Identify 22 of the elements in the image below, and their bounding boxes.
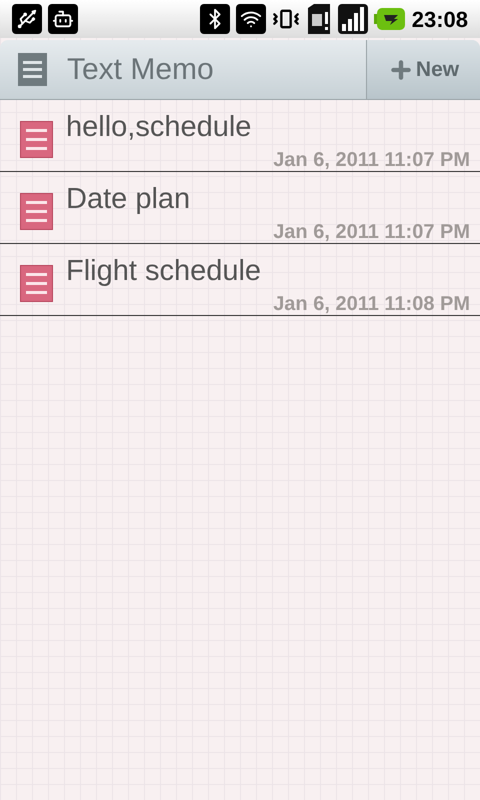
memo-title: Flight schedule xyxy=(66,254,262,289)
wifi-icon xyxy=(236,4,266,34)
memo-item[interactable]: Date plan Jan 6, 2011 11:07 PM xyxy=(0,172,480,244)
clock: 23:08 xyxy=(412,6,468,34)
memo-date: Jan 6, 2011 11:07 PM xyxy=(273,148,470,173)
memo-item[interactable]: Flight schedule Jan 6, 2011 11:08 PM xyxy=(0,244,480,316)
bluetooth-icon xyxy=(200,4,230,34)
battery-icon xyxy=(374,7,406,31)
memo-title: Date plan xyxy=(66,182,190,217)
app-title: Text Memo xyxy=(67,52,215,88)
signal-icon xyxy=(338,4,368,34)
memo-icon xyxy=(20,265,53,302)
memo-date: Jan 6, 2011 11:08 PM xyxy=(273,292,470,317)
memo-title: hello,schedule xyxy=(66,110,252,145)
usb-icon xyxy=(12,4,42,34)
memo-item[interactable]: hello,schedule Jan 6, 2011 11:07 PM xyxy=(0,100,480,172)
memo-icon xyxy=(20,193,53,230)
new-button[interactable]: New xyxy=(366,40,480,99)
memo-date: Jan 6, 2011 11:07 PM xyxy=(273,220,470,245)
menu-icon xyxy=(18,53,47,86)
memo-icon xyxy=(20,121,53,158)
sim-card-icon xyxy=(306,4,332,34)
